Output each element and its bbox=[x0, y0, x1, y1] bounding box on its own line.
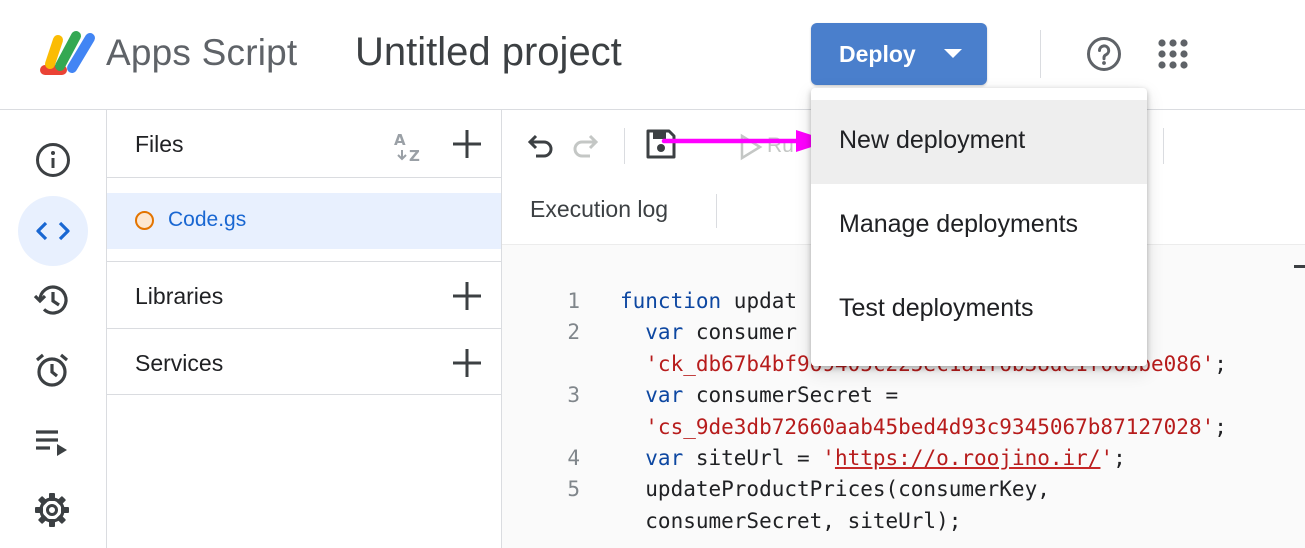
info-icon[interactable] bbox=[33, 140, 73, 180]
code-token: updateProductPrices(consumerKey, bbox=[620, 477, 1050, 501]
code-token: consumer bbox=[683, 320, 798, 344]
alarm-icon[interactable] bbox=[32, 350, 72, 390]
sort-az-icon[interactable]: A Z bbox=[392, 128, 428, 164]
services-section[interactable]: Services bbox=[107, 328, 501, 395]
code-icon[interactable] bbox=[33, 211, 73, 251]
menu-item-label: New deployment bbox=[839, 126, 1026, 154]
deploy-menu: New deployment Manage deployments Test d… bbox=[811, 88, 1147, 366]
code-text: var consumer bbox=[620, 320, 797, 344]
app-name: Apps Script bbox=[106, 32, 298, 73]
code-line: 3 var consumerSecret = bbox=[502, 383, 1305, 414]
code-token: consumerSecret = bbox=[683, 383, 899, 407]
deploy-button[interactable]: Deploy bbox=[811, 23, 987, 85]
add-file-plus-icon[interactable] bbox=[450, 127, 484, 161]
line-number: 3 bbox=[567, 383, 580, 407]
line-number: 5 bbox=[567, 477, 580, 501]
file-row-code-gs[interactable]: Code.gs bbox=[107, 193, 501, 249]
unsaved-dot-icon bbox=[135, 211, 154, 230]
code-token: var bbox=[620, 383, 684, 407]
apps-grid-icon[interactable] bbox=[1157, 38, 1189, 70]
code-token: https://o.roojino.ir/ bbox=[834, 446, 1101, 470]
libraries-section[interactable]: Libraries bbox=[107, 261, 501, 328]
code-token: ' bbox=[822, 446, 835, 470]
menu-item-label: Test deployments bbox=[839, 294, 1034, 322]
code-text: var siteUrl = 'https://o.roojino.ir/'; bbox=[620, 446, 1126, 470]
undo-icon[interactable] bbox=[522, 128, 556, 162]
redo-icon[interactable] bbox=[570, 128, 604, 162]
toolbar-divider bbox=[624, 128, 625, 164]
scroll-marker bbox=[1294, 265, 1305, 268]
services-label: Services bbox=[135, 350, 224, 376]
history-icon[interactable] bbox=[32, 280, 72, 320]
code-token: ; bbox=[1214, 352, 1227, 376]
executions-icon[interactable] bbox=[32, 422, 72, 462]
add-service-plus-icon[interactable] bbox=[450, 346, 484, 380]
code-token: updat bbox=[721, 289, 798, 313]
file-name: Code.gs bbox=[168, 208, 247, 231]
code-text: 'cs_9de3db72660aab45bed4d93c9345067b8712… bbox=[620, 415, 1227, 439]
code-line: 5 updateProductPrices(consumerKey, bbox=[502, 477, 1305, 508]
code-token: ; bbox=[1214, 415, 1227, 439]
line-number: 2 bbox=[567, 320, 580, 344]
code-token: var bbox=[620, 320, 684, 344]
code-line: 'cs_9de3db72660aab45bed4d93c9345067b8712… bbox=[502, 415, 1305, 446]
svg-text:Z: Z bbox=[409, 147, 420, 164]
libraries-label: Libraries bbox=[135, 283, 224, 309]
help-icon[interactable] bbox=[1086, 36, 1122, 72]
toolbar-divider bbox=[716, 194, 717, 228]
line-number: 1 bbox=[567, 289, 580, 313]
project-title[interactable]: Untitled project bbox=[355, 30, 622, 75]
code-token: ; bbox=[1113, 446, 1126, 470]
code-line: 4 var siteUrl = 'https://o.roojino.ir/'; bbox=[502, 446, 1305, 477]
code-text: function updat bbox=[620, 289, 797, 313]
code-token: 'cs_9de3db72660aab45bed4d93c9345067b8712… bbox=[620, 415, 1215, 439]
add-library-plus-icon[interactable] bbox=[450, 279, 484, 313]
toolbar-divider bbox=[1163, 128, 1164, 164]
menu-item-manage-deployments[interactable]: Manage deployments bbox=[811, 184, 1147, 268]
files-panel: Files A Z Code.gs Libraries Services bbox=[107, 110, 502, 548]
code-text: consumerSecret, siteUrl); bbox=[620, 509, 961, 533]
apps-script-logo[interactable] bbox=[36, 26, 98, 78]
code-token: ' bbox=[1100, 446, 1114, 470]
menu-item-label: Manage deployments bbox=[839, 210, 1079, 238]
code-token: siteUrl = bbox=[683, 446, 823, 470]
menu-item-test-deployments[interactable]: Test deployments bbox=[811, 268, 1147, 352]
deploy-button-label: Deploy bbox=[839, 41, 916, 67]
code-text: updateProductPrices(consumerKey, bbox=[620, 477, 1050, 501]
files-header: Files A Z bbox=[107, 110, 501, 178]
code-token: function bbox=[620, 289, 722, 313]
line-number: 4 bbox=[567, 446, 580, 470]
annotation-arrow bbox=[661, 130, 830, 152]
code-token: var bbox=[620, 446, 684, 470]
execution-log-button[interactable]: Execution log bbox=[530, 196, 668, 223]
code-text: var consumerSecret = bbox=[620, 383, 898, 407]
header-divider bbox=[1040, 30, 1041, 78]
code-token: consumerSecret, siteUrl); bbox=[620, 509, 962, 533]
menu-item-new-deployment[interactable]: New deployment bbox=[811, 100, 1147, 184]
caret-down-icon bbox=[944, 49, 962, 58]
gear-icon[interactable] bbox=[32, 490, 72, 530]
code-line: consumerSecret, siteUrl); bbox=[502, 509, 1305, 540]
left-rail bbox=[0, 110, 107, 548]
files-title: Files bbox=[135, 131, 184, 157]
svg-text:A: A bbox=[394, 131, 406, 149]
